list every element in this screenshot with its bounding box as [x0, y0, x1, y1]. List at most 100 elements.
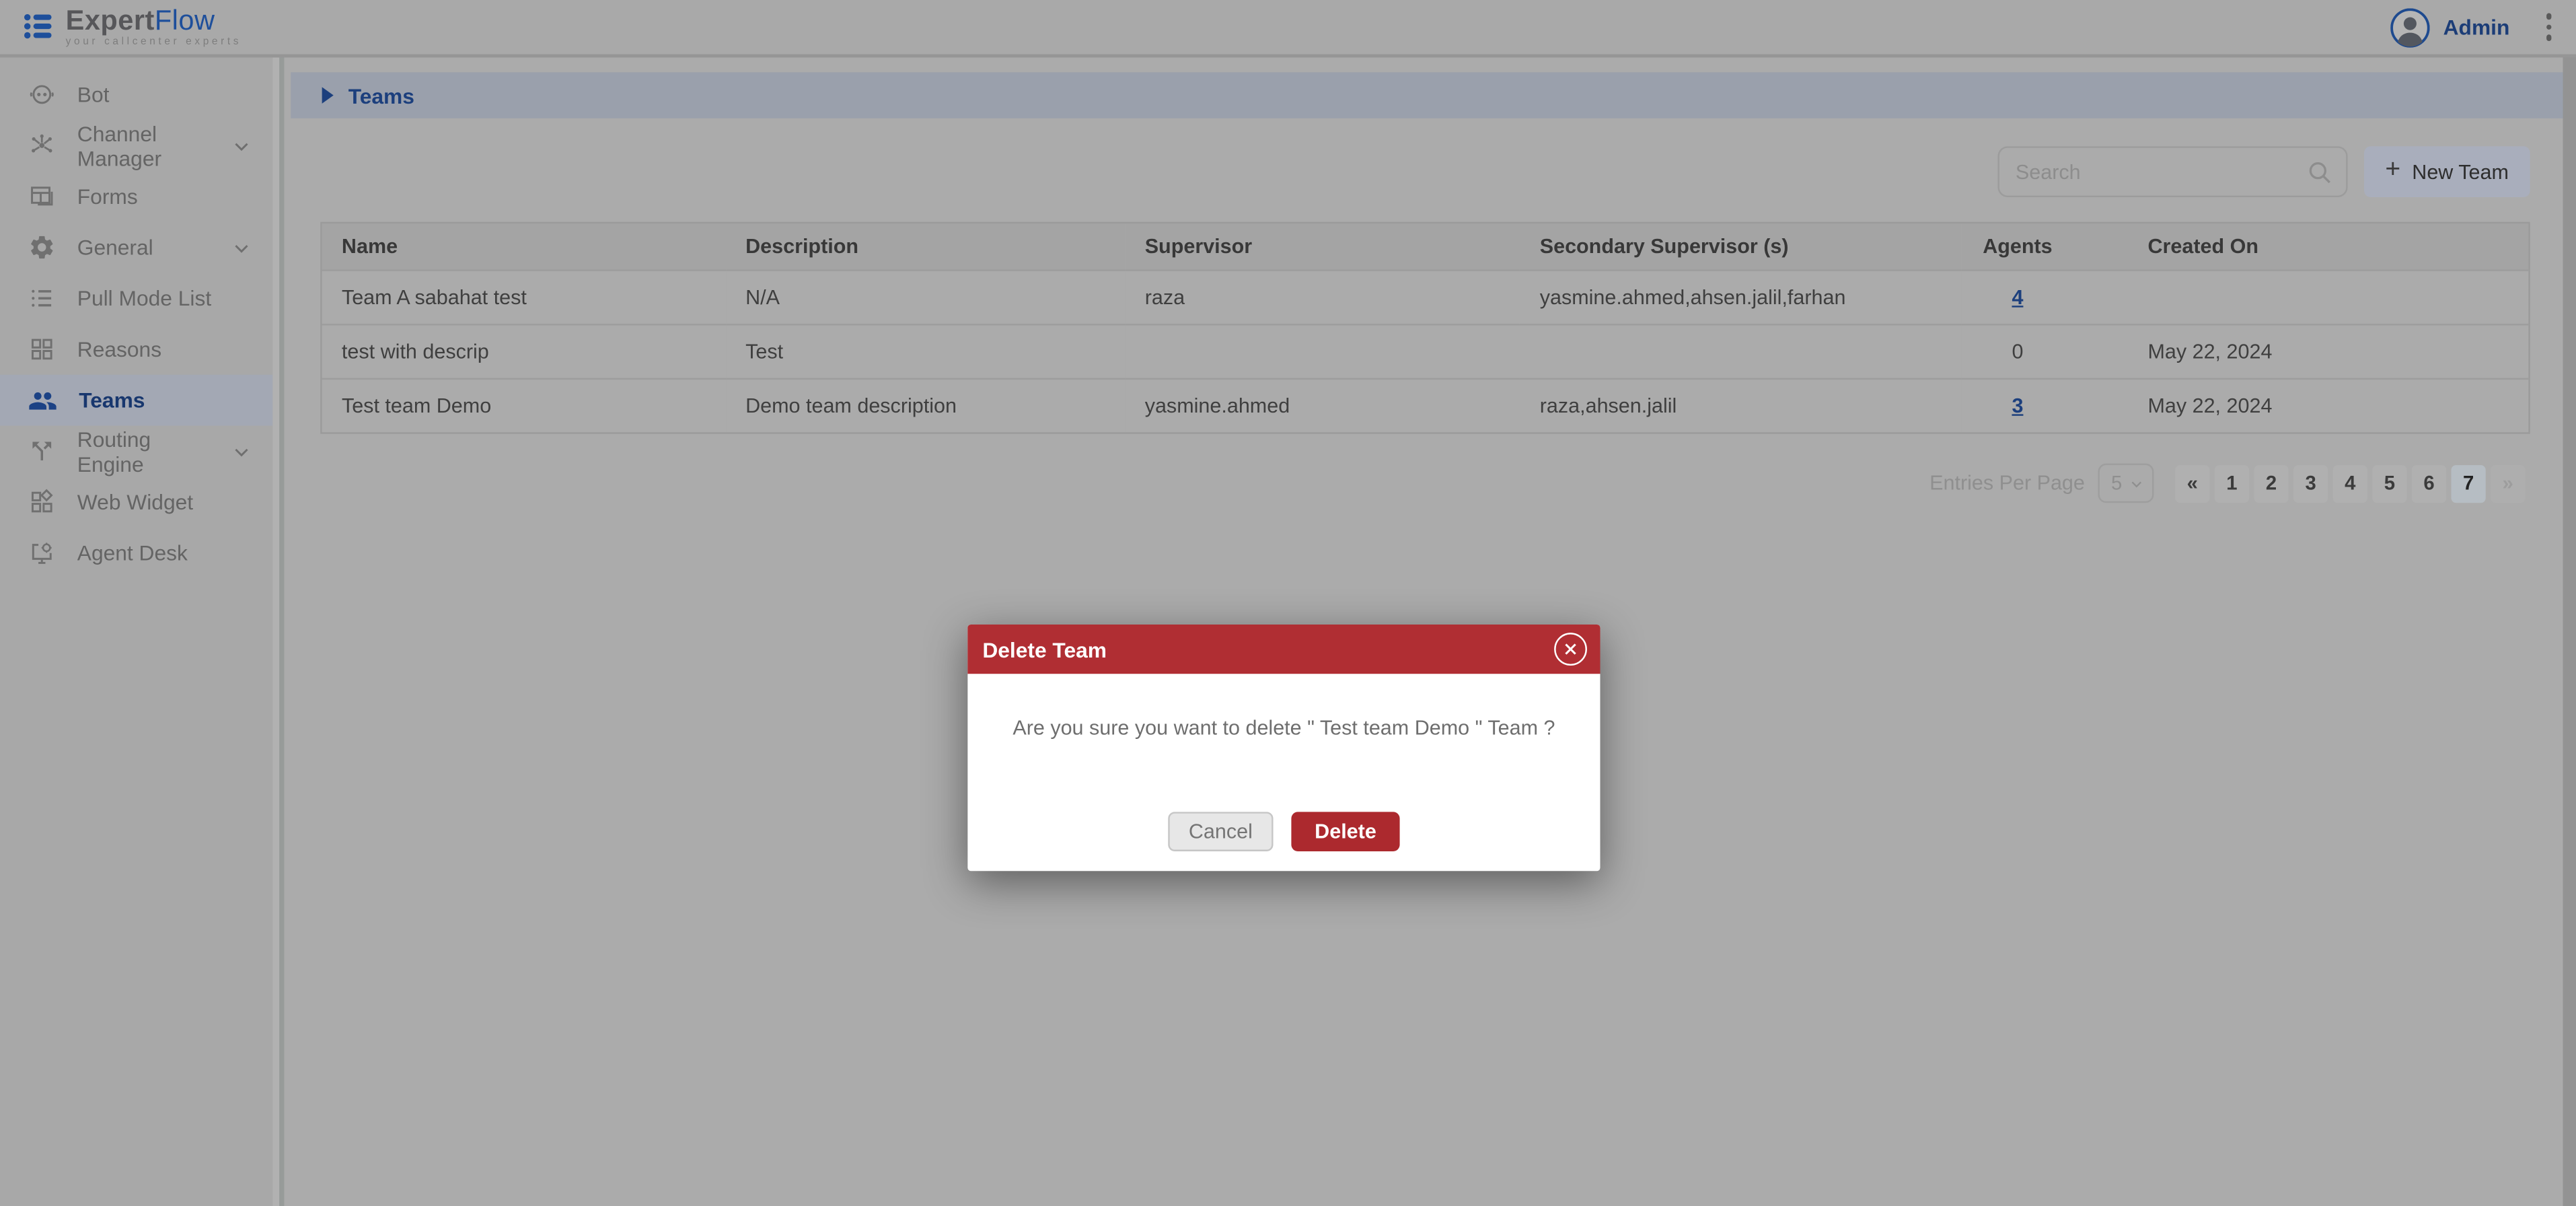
breadcrumb: Teams: [291, 72, 2563, 118]
cell-created-on: [2074, 269, 2529, 324]
breadcrumb-caret-icon: [322, 87, 334, 104]
sidebar-scrollbar[interactable]: [272, 57, 280, 1206]
pagination: Entries Per Page 5 « 1 2 3 4 5 6 7 »: [284, 463, 2563, 503]
vertical-scrollbar[interactable]: [2563, 57, 2576, 1206]
table-row: Test team Demo Demo team description yas…: [322, 378, 2529, 433]
cell-created-on: May 22, 2024: [2147, 339, 2273, 363]
logo-wordmark: ExpertFlow: [65, 4, 215, 36]
username-label: Admin: [2443, 14, 2510, 40]
cell-secondary-supervisors: [1520, 324, 1961, 378]
modal-body: Are you sure you want to delete " Test t…: [967, 674, 1600, 871]
cell-name: test with descrip: [341, 339, 489, 363]
cell-name: Test team Demo: [341, 394, 492, 417]
logo-tagline: your callcenter experts: [65, 36, 242, 48]
cell-name: Team A sabahat test: [341, 285, 527, 308]
new-team-button[interactable]: + New Team: [2363, 146, 2530, 198]
app-window: ExpertFlow your callcenter experts Admin: [0, 0, 2576, 1206]
sidebar-item-web-widget[interactable]: Web Widget: [0, 476, 272, 528]
entries-per-page-value: 5: [2110, 471, 2123, 495]
chevron-down-icon: [235, 142, 248, 151]
plus-icon: +: [2385, 155, 2401, 184]
kebab-menu-icon[interactable]: [2542, 11, 2554, 44]
sidebar-item-label: Forms: [77, 184, 138, 209]
delete-team-modal: Delete Team Are you sure you want to del…: [967, 624, 1600, 872]
user-menu[interactable]: Admin: [2390, 7, 2509, 47]
pagination-page-7[interactable]: 7: [2451, 464, 2486, 503]
modal-title: Delete Team: [982, 637, 1107, 662]
pagination-page-1[interactable]: 1: [2214, 464, 2250, 503]
sidebar-item-label: Agent Desk: [77, 540, 188, 566]
pagination-page-4[interactable]: 4: [2332, 464, 2367, 503]
logo-mark-icon: [24, 15, 52, 40]
search-input[interactable]: [1999, 147, 2346, 196]
sidebar-item-channel-manager[interactable]: Channel Manager: [0, 120, 272, 171]
sidebar: Bot Channel Manager Forms General Pull M…: [0, 57, 273, 1206]
route-split-icon: [32, 441, 52, 461]
cancel-button[interactable]: Cancel: [1168, 812, 1274, 851]
bot-icon: [30, 85, 54, 104]
sidebar-item-label: Web Widget: [77, 489, 194, 515]
close-icon[interactable]: [1554, 633, 1587, 666]
avatar: [2390, 7, 2431, 47]
forms-icon: [31, 186, 53, 206]
list-icon: [32, 289, 52, 307]
sidebar-item-label: Teams: [79, 388, 145, 413]
cell-secondary-supervisors: yasmine.ahmed,ahsen.jalil,farhan: [1539, 285, 1846, 308]
cell-supervisor: [1125, 324, 1520, 378]
modal-header: Delete Team: [967, 624, 1600, 674]
column-header-agents: Agents: [1983, 234, 2053, 258]
column-header-created-on: Created On: [2147, 234, 2259, 258]
widgets-icon: [31, 489, 53, 513]
cell-supervisor: raza: [1144, 285, 1185, 308]
teams-table: Name Description Supervisor Secondary Su…: [320, 221, 2530, 434]
sidebar-item-pull-mode-list[interactable]: Pull Mode List: [0, 273, 272, 324]
pagination-prev-button[interactable]: «: [2175, 464, 2210, 503]
search-box: [1997, 146, 2348, 198]
search-icon: [2309, 162, 2330, 184]
sidebar-item-teams[interactable]: Teams: [0, 374, 273, 426]
sidebar-item-reasons[interactable]: Reasons: [0, 324, 272, 375]
agents-count-link[interactable]: 3: [2012, 394, 2023, 417]
desk-monitor-icon: [32, 542, 52, 564]
cell-description: Test: [745, 339, 784, 363]
delete-button[interactable]: Delete: [1291, 812, 1400, 851]
entries-per-page-label: Entries Per Page: [1929, 471, 2085, 495]
sidebar-divider: [279, 57, 285, 1206]
pagination-page-6[interactable]: 6: [2411, 464, 2447, 503]
pagination-page-3[interactable]: 3: [2293, 464, 2328, 503]
pagination-next-button[interactable]: »: [2491, 464, 2526, 503]
agents-count: 0: [2012, 339, 2024, 363]
column-header-secondary-supervisors: Secondary Supervisor (s): [1539, 234, 1789, 258]
column-header-description: Description: [745, 234, 859, 258]
sidebar-item-label: Pull Mode List: [77, 285, 212, 311]
sidebar-item-label: Routing Engine: [77, 426, 151, 476]
grid-icon: [31, 339, 52, 360]
expertflow-logo: ExpertFlow your callcenter experts: [22, 6, 242, 48]
table-row: test with descrip Test 0 May 22, 2024: [322, 324, 2529, 378]
agents-count-link[interactable]: 4: [2012, 285, 2023, 308]
channel-hub-icon: [32, 134, 52, 153]
sidebar-item-label: General: [77, 235, 153, 260]
breadcrumb-teams-link[interactable]: Teams: [348, 83, 414, 108]
gear-icon: [31, 236, 53, 259]
chevron-down-icon: [235, 244, 248, 252]
sidebar-item-agent-desk[interactable]: Agent Desk: [0, 528, 272, 579]
sidebar-item-routing-engine[interactable]: Routing Engine: [0, 425, 272, 476]
confirmation-message: Are you sure you want to delete " Test t…: [1013, 716, 1555, 740]
sidebar-item-label: Reasons: [77, 336, 162, 362]
pagination-page-5[interactable]: 5: [2372, 464, 2407, 503]
table-header-row: Name Description Supervisor Secondary Su…: [322, 223, 2529, 270]
sidebar-item-forms[interactable]: Forms: [0, 171, 272, 222]
chevron-down-icon: [2131, 481, 2142, 487]
cell-created-on: May 22, 2024: [2147, 394, 2273, 417]
chevron-down-icon: [235, 448, 248, 456]
sidebar-item-general[interactable]: General: [0, 222, 272, 273]
pagination-page-2[interactable]: 2: [2254, 464, 2289, 503]
entries-per-page-select[interactable]: 5: [2098, 463, 2154, 503]
sidebar-item-bot[interactable]: Bot: [0, 69, 272, 120]
cell-description: Demo team description: [745, 394, 957, 417]
new-team-button-label: New Team: [2412, 160, 2509, 184]
teams-toolbar: + New Team: [284, 146, 2563, 198]
cell-supervisor: yasmine.ahmed: [1144, 394, 1290, 417]
column-header-name: Name: [341, 234, 398, 258]
